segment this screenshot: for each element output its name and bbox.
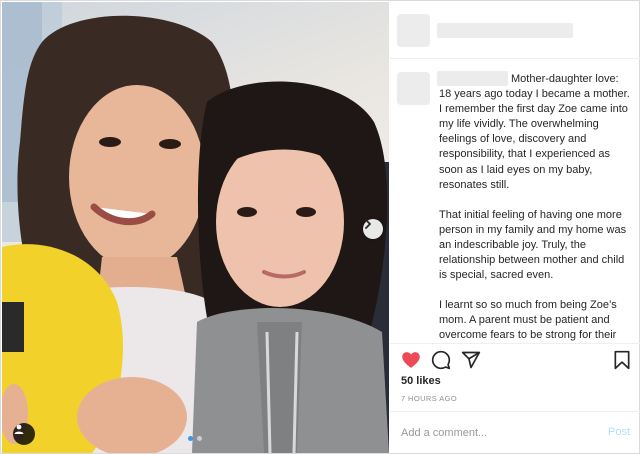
paper-plane-icon	[461, 351, 481, 369]
caption: Mother-daughter love: 18 years ago today…	[390, 60, 640, 343]
post-timestamp[interactable]: 7 HOURS AGO	[401, 394, 457, 403]
like-button[interactable]	[401, 350, 421, 370]
comment-input[interactable]	[401, 424, 591, 442]
caption-avatar[interactable]	[397, 72, 430, 105]
save-button[interactable]	[612, 350, 632, 370]
caption-paragraph: I learnt so so much from being Zoe’s mom…	[439, 299, 617, 342]
selfie-illustration	[2, 2, 389, 453]
comment-button[interactable]	[431, 350, 451, 370]
caption-text: Mother-daughter love: 18 years ago today…	[439, 72, 631, 343]
chevron-right-icon	[365, 219, 371, 229]
bookmark-icon	[614, 350, 630, 370]
person-icon	[14, 424, 24, 434]
avatar[interactable]	[397, 14, 430, 47]
post-comment-button[interactable]: Post	[608, 426, 630, 438]
caption-paragraph: Mother-daughter love: 18 years ago today…	[439, 73, 630, 191]
tagged-users-button[interactable]	[13, 423, 35, 445]
carousel-indicator	[188, 436, 202, 441]
likes-count[interactable]: 50 likes	[401, 375, 441, 387]
carousel-dot-active	[188, 436, 193, 441]
post-photo[interactable]	[2, 2, 389, 453]
post-header	[390, 2, 640, 59]
action-bar	[390, 343, 640, 373]
username-redacted[interactable]	[437, 23, 573, 38]
caption-paragraph: That initial feeling of having one more …	[439, 208, 627, 282]
carousel-next-button[interactable]	[363, 219, 383, 239]
share-button[interactable]	[461, 350, 481, 370]
heart-filled-icon	[402, 352, 420, 368]
comment-bubble-icon	[431, 350, 451, 370]
post-sidebar: Mother-daughter love: 18 years ago today…	[390, 2, 640, 453]
comment-bar: Post	[390, 411, 640, 453]
instagram-post: Mother-daughter love: 18 years ago today…	[0, 0, 640, 454]
carousel-dot	[197, 436, 202, 441]
